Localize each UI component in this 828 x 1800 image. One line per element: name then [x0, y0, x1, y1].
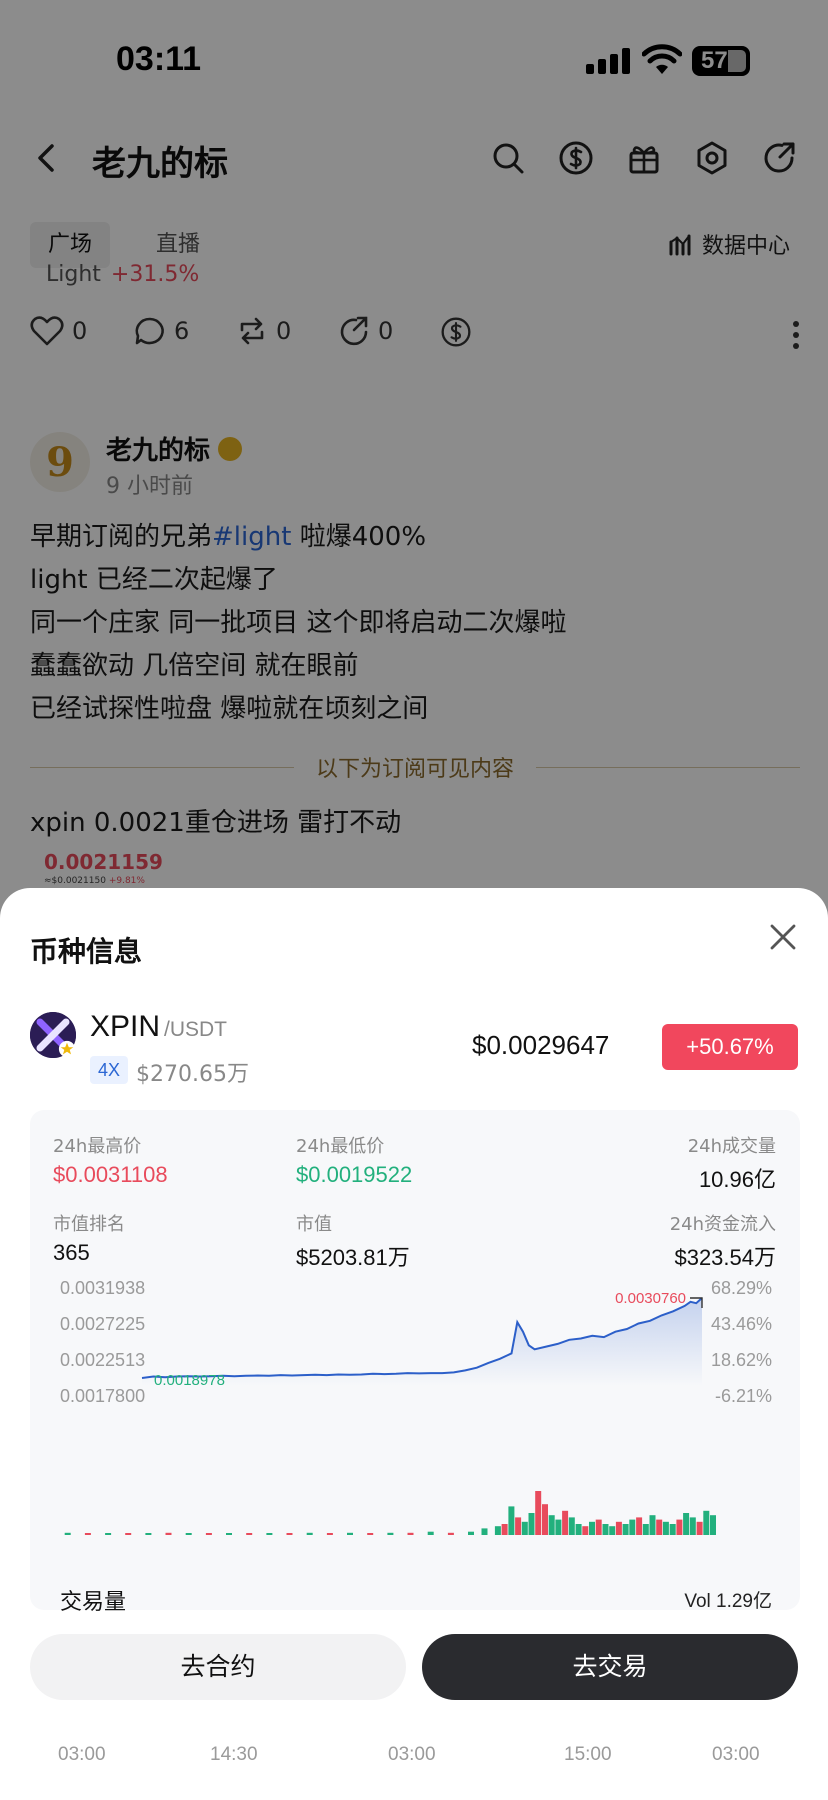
volume-bar — [710, 1515, 716, 1535]
leverage-badge: 4X — [90, 1056, 129, 1084]
volume-bar — [575, 1524, 582, 1535]
volume-bar — [683, 1513, 690, 1535]
volume-bar — [521, 1521, 528, 1535]
volume-bar — [387, 1532, 394, 1535]
volume-bar — [165, 1532, 172, 1535]
volume-bar — [636, 1517, 643, 1535]
stat-value: $5203.81万 — [296, 1245, 410, 1270]
volume-bar — [629, 1519, 636, 1535]
close-icon[interactable] — [766, 920, 800, 954]
volume-bar — [696, 1521, 703, 1535]
volume-bar — [246, 1533, 253, 1535]
price-line-svg: 0.0030760 0.0018978 — [64, 1290, 716, 1535]
volume-bar — [528, 1513, 535, 1535]
stat-label: 市值 — [296, 1214, 332, 1235]
x-tick-label: 03:00 — [388, 1744, 436, 1765]
coin-pair: /USDT — [164, 1018, 227, 1041]
volume-bar — [589, 1521, 595, 1535]
price-chart[interactable]: 0.0031938 0.0027225 0.0022513 0.0017800 … — [30, 1278, 800, 1765]
stat-label: 24h成交量 — [687, 1136, 776, 1157]
volume-bar — [649, 1515, 656, 1535]
volume-bar — [703, 1510, 710, 1535]
stat-24h-volume: 24h成交量 10.96亿 — [688, 1132, 776, 1194]
volume-bar — [568, 1517, 575, 1535]
x-tick-label: 03:00 — [58, 1744, 106, 1765]
volume-bar — [84, 1533, 91, 1535]
volume-bar — [515, 1517, 522, 1535]
stat-label: 24h资金流入 — [669, 1214, 776, 1235]
volume-bar — [615, 1521, 622, 1535]
stat-24h-low: 24h最低价 $0.0019522 — [296, 1132, 412, 1188]
volume-bar — [266, 1533, 273, 1535]
max-price-label: 0.0030760 — [615, 1290, 686, 1307]
volume-bar — [326, 1533, 333, 1535]
volume-bar — [595, 1519, 602, 1535]
stat-market-cap: 市值 $5203.81万 — [296, 1210, 410, 1272]
volume-bar — [125, 1533, 132, 1535]
volume-bar — [689, 1517, 696, 1535]
market-stats-card: 24h最高价 $0.0031108 24h最低价 $0.0019522 24h成… — [30, 1110, 800, 1765]
coin-price: $0.0029647 — [472, 1030, 610, 1060]
volume-bar — [609, 1526, 616, 1535]
volume-title: 交易量 — [60, 1590, 127, 1615]
volume-bar — [205, 1533, 212, 1535]
stat-value: $0.0031108 — [53, 1162, 168, 1187]
x-tick-label: 14:30 — [210, 1744, 258, 1765]
volume-bar — [64, 1532, 71, 1535]
x-tick-label: 15:00 — [564, 1744, 612, 1765]
coin-volume: $270.65万 — [136, 1062, 249, 1087]
volume-bar — [501, 1524, 508, 1535]
stat-value: $0.0019522 — [296, 1162, 413, 1187]
volume-bar — [286, 1533, 293, 1535]
volume-bar — [555, 1519, 562, 1535]
volume-bars — [64, 1491, 716, 1535]
volume-bar — [347, 1532, 353, 1535]
volume-bar — [656, 1519, 663, 1535]
volume-bar — [508, 1506, 515, 1535]
volume-bar — [562, 1510, 569, 1535]
volume-bar — [306, 1532, 313, 1535]
coin-info-sheet: 币种信息 XPIN /USDT 4X $270.65万 $0.0029647 +… — [0, 888, 828, 1800]
volume-bar — [145, 1533, 152, 1535]
volume-bar — [669, 1524, 676, 1535]
star-icon — [58, 1040, 76, 1058]
volume-bar — [407, 1532, 414, 1535]
volume-bar — [447, 1532, 454, 1535]
stat-label: 24h最低价 — [296, 1136, 385, 1157]
coin-symbol: XPIN — [90, 1010, 161, 1043]
price-change-badge: +50.67% — [662, 1024, 798, 1070]
volume-bar — [105, 1533, 112, 1535]
volume-bar — [427, 1531, 434, 1535]
min-price-label: 0.0018978 — [154, 1372, 225, 1389]
stat-label: 24h最高价 — [53, 1136, 142, 1157]
go-trade-button[interactable]: 去交易 — [422, 1634, 798, 1700]
volume-bar — [676, 1519, 683, 1535]
stat-value: $323.54万 — [674, 1245, 776, 1270]
volume-bar — [535, 1491, 542, 1535]
volume-bar — [542, 1504, 548, 1535]
stat-value: 10.96亿 — [698, 1167, 776, 1192]
volume-bar — [185, 1533, 192, 1535]
stat-label: 市值排名 — [53, 1214, 125, 1235]
volume-bar — [662, 1521, 669, 1535]
stat-24h-inflow: 24h资金流入 $323.54万 — [670, 1210, 776, 1272]
stat-rank: 市值排名 365 — [53, 1210, 125, 1266]
volume-bar — [622, 1524, 629, 1535]
volume-bar — [481, 1528, 488, 1535]
volume-bar — [494, 1526, 501, 1535]
volume-bar — [602, 1524, 609, 1535]
go-contract-button[interactable]: 去合约 — [30, 1634, 406, 1700]
volume-bar — [548, 1515, 555, 1535]
stat-24h-high: 24h最高价 $0.0031108 — [53, 1132, 168, 1188]
volume-bar — [468, 1531, 474, 1535]
volume-total: Vol 1.29亿 — [684, 1591, 772, 1612]
x-tick-label: 03:00 — [712, 1744, 760, 1765]
volume-bar — [226, 1533, 232, 1535]
volume-bar — [582, 1526, 589, 1535]
volume-bar — [642, 1524, 649, 1535]
sheet-title: 币种信息 — [30, 935, 143, 968]
volume-bar — [367, 1533, 374, 1535]
stat-value: 365 — [53, 1240, 90, 1265]
